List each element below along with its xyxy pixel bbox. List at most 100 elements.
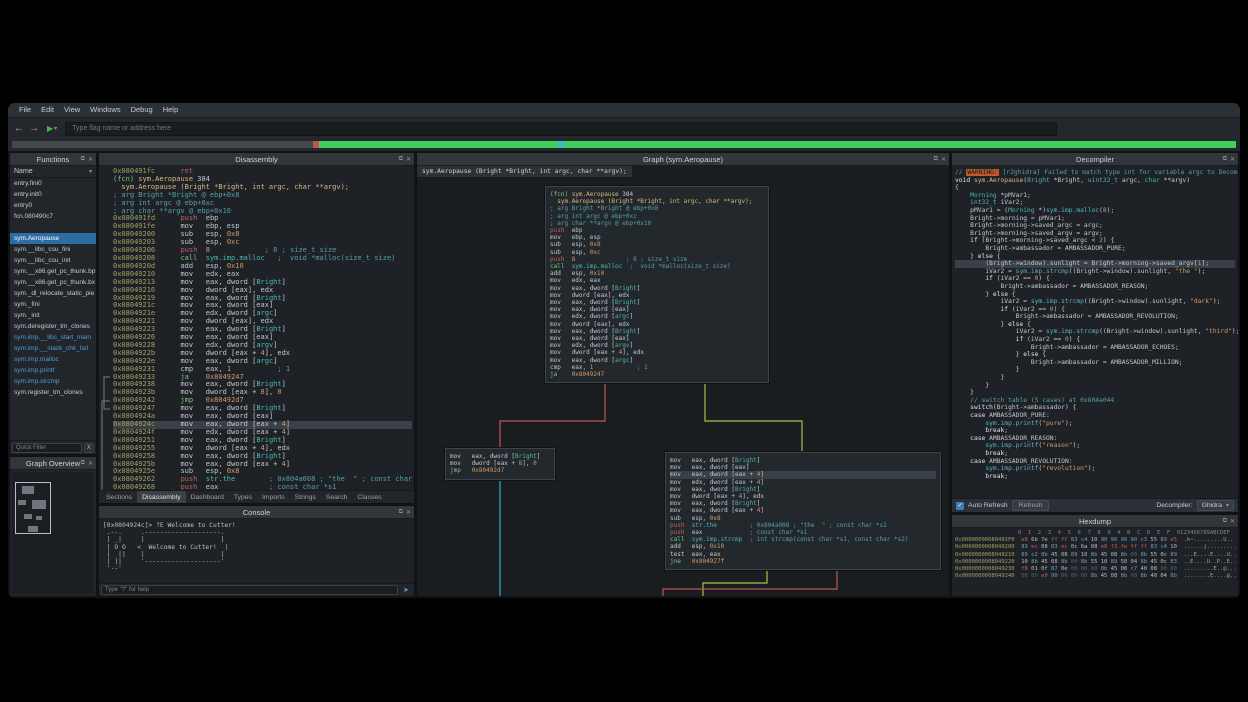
decompiler-line[interactable]: // switch table (5 cases) at 0x804a044 [955,397,1235,405]
graph-instruction[interactable]: mov dword [eax], edx [550,321,764,328]
graph-instruction[interactable]: (fcn) sym.Aeropause 384 [550,191,764,198]
function-list-item[interactable]: sym.__libc_csu_fini [10,244,96,255]
graph-instruction[interactable]: ; arg Bright *Bright @ ebp+0x8 [550,205,764,212]
tab-disassembly[interactable]: Disassembly [137,491,186,503]
graph-instruction[interactable]: mov eax, dword [eax] [550,306,764,313]
decompiler-line[interactable]: Bright->ambassador = AMBASSADOR_ECHOES; [955,344,1235,352]
function-list-item[interactable]: sym.register_tm_clones [10,387,96,398]
graph-node[interactable]: (fcn) sym.Aeropause 384 sym.Aeropause (B… [545,186,769,383]
function-list-item[interactable]: sym.__x86.get_pc_thunk.bp [10,266,96,277]
tab-dashboard[interactable]: Dashboard [186,491,229,503]
decompiler-line[interactable]: pMVar1 = (Morning *)sym.imp.malloc(8); [955,207,1235,215]
menu-item-windows[interactable]: Windows [85,103,125,117]
graph-instruction[interactable]: push ebp [550,227,764,234]
function-list-item[interactable]: entry.init0 [10,189,96,200]
popout-icon[interactable]: ⧉ [399,509,403,516]
decompiler-line[interactable]: } else { [955,351,1235,359]
menu-item-edit[interactable]: Edit [36,103,59,117]
quick-filter-input[interactable]: Quick Filter [12,443,82,453]
decompiler-line[interactable]: switch(Bright->ambassador) { [955,404,1235,412]
function-list-item[interactable]: sym.Aeropause [10,233,96,244]
graph-instruction[interactable]: push eax ; const char *s1 [670,529,936,536]
decompiler-line[interactable]: Bright->ambassador = AMBASSADOR_REVOLUTI… [955,313,1235,321]
graph-node[interactable]: mov eax, dword [Bright]mov dword [eax + … [445,448,555,480]
graph-instruction[interactable]: mov ebp, esp [550,234,764,241]
decompiler-line[interactable]: case AMBASSADOR_PURE: [955,412,1235,420]
popout-icon[interactable]: ⧉ [399,156,403,163]
back-icon[interactable]: ← [14,124,24,134]
decompiler-line[interactable]: Bright->morning = pMVar1; [955,215,1235,223]
graph-instruction[interactable]: jne 0x804927f [670,558,936,565]
graph-instruction[interactable]: add esp, 0x10 [550,270,764,277]
seek-address-input[interactable]: Type flag name or address here [65,122,1057,136]
menu-item-debug[interactable]: Debug [126,103,158,117]
function-list-item[interactable]: entry0 [10,200,96,211]
decompiler-line[interactable]: } [955,389,1235,397]
graph-instruction[interactable]: mov eax, dword [Bright] [670,457,936,464]
graph-instruction[interactable]: jmp 0x80492d7 [450,467,550,474]
graph-canvas[interactable]: sym.Aeropause (Bright *Bright, int argc,… [417,166,949,596]
graph-instruction[interactable]: mov eax, dword [eax + 4] [670,471,936,478]
tab-types[interactable]: Types [229,491,257,503]
hexdump-row[interactable]: 0x0000000008049210 89 c2 8b 45 08 89 10 … [955,552,1235,559]
graph-instruction[interactable]: mov eax, dword [Bright] [670,500,936,507]
graph-instruction[interactable]: call sym.imp.malloc ; void *malloc(size_… [550,263,764,270]
decompiler-line[interactable]: sym.imp.printf("pure"); [955,420,1235,428]
hexdump-row[interactable]: 0x0000000008049230 f8 01 0f 87 0e 00 00 … [955,566,1235,573]
decompiler-line[interactable]: if (iVar2 == 0) { [955,275,1235,283]
decompiler-line[interactable]: if (Bright->morning->saved_argc < 2) { [955,237,1235,245]
decompiler-line[interactable]: break; [955,473,1235,481]
graph-instruction[interactable]: add esp, 0x10 [670,543,936,550]
graph-instruction[interactable]: mov eax, dword [Bright] [550,328,764,335]
tab-sections[interactable]: Sections [101,491,137,503]
popout-icon[interactable]: ⧉ [934,156,938,163]
function-list-item[interactable]: sym.__libc_csu_init [10,255,96,266]
function-list-item[interactable]: sym.imp.malloc [10,354,96,365]
function-list-item[interactable]: sym.__x86.get_pc_thunk.bx [10,277,96,288]
graph-instruction[interactable]: mov edx, eax [550,277,764,284]
decompiler-line[interactable]: } else { [955,321,1235,329]
decompiler-line[interactable]: iVar2 = sym.imp.strcmp((Bright->window).… [955,268,1235,276]
graph-instruction[interactable]: mov eax, dword [eax] [550,335,764,342]
decompiler-line[interactable]: { [955,184,1235,192]
debug-start-button[interactable]: ▶ ▾ [47,124,57,133]
decompiler-line[interactable]: (Bright->window).sunlight = Bright->morn… [955,260,1235,268]
tab-imports[interactable]: Imports [257,491,290,503]
function-list-item[interactable]: sym.deregister_tm_clones [10,321,96,332]
graph-instruction[interactable]: sym.Aeropause (Bright *Bright, int argc,… [550,198,764,205]
tab-classes[interactable]: Classes [352,491,386,503]
function-list-item[interactable]: sym._fini [10,299,96,310]
decompiler-line[interactable]: } [955,366,1235,374]
graph-instruction[interactable]: mov eax, dword [Bright] [550,299,764,306]
decompiler-line[interactable]: iVar2 = sym.imp.strcmp((Bright->window).… [955,328,1235,336]
clear-filter-button[interactable]: X [84,443,94,453]
decompiler-line[interactable]: break; [955,450,1235,458]
decompiler-line[interactable]: Bright->morning->saved_argc = argc; [955,222,1235,230]
graph-instruction[interactable]: mov dword [eax + 4], edx [670,493,936,500]
seek-bar[interactable] [12,141,1236,148]
decompiler-line[interactable]: iVar2 = sym.imp.strcmp((Bright->window).… [955,298,1235,306]
function-list-item[interactable]: sym.imp.printf [10,365,96,376]
graph-instruction[interactable]: mov dword [eax + 8], 0 [450,460,550,467]
graph-instruction[interactable]: mov dword [eax + 4], edx [550,349,764,356]
decompiler-line[interactable]: Bright->morning->saved_argv = argv; [955,230,1235,238]
graph-instruction[interactable]: call sym.imp.strcmp ; int strcmp(const c… [670,536,936,543]
engine-select[interactable]: Ghidra ▾ [1197,500,1234,511]
popout-icon[interactable]: ⧉ [1223,156,1227,163]
decompiler-line[interactable]: sym.imp.printf("reason"); [955,442,1235,450]
close-icon[interactable]: ✕ [406,509,411,516]
decompiler-line[interactable]: case AMBASSADOR_REASON: [955,435,1235,443]
decompiler-line[interactable]: sym.imp.printf("revolution"); [955,465,1235,473]
function-list-item[interactable]: entry.fini0 [10,178,96,189]
decompiler-line[interactable]: Bright->ambassador = AMBASSADOR_PURE; [955,245,1235,253]
hexdump-row[interactable]: 0x00000000080491F0 e8 6b 7e ff ff 83 c4 … [955,537,1235,544]
disassembly-line[interactable]: 0x08049268 push eax ; const char *s1 [113,484,412,490]
graph-instruction[interactable]: mov eax, dword [argc] [550,357,764,364]
console-input[interactable]: Type "?" for help [101,585,398,595]
refresh-button[interactable]: Refresh [1012,500,1050,511]
graph-instruction[interactable]: mov eax, dword [Bright] [550,285,764,292]
decompiler-line[interactable]: } else { [955,253,1235,261]
decompiler-line[interactable]: } else { [955,291,1235,299]
decompiler-line[interactable]: Bright->ambassador = AMBASSADOR_MILLION; [955,359,1235,367]
graph-instruction[interactable]: push 8 ; 8 ; size_t size [550,256,764,263]
